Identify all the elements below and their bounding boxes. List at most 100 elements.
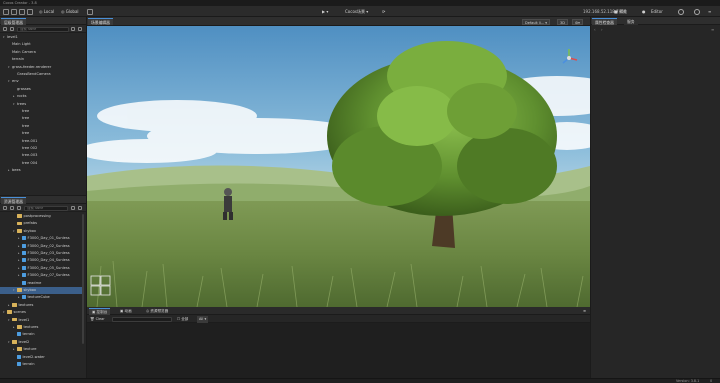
assets-header: 资源管理器 xyxy=(0,196,86,204)
nav-forward-icon[interactable]: › xyxy=(601,27,603,32)
assets-item[interactable]: ▸ F3000_Day_04_Sunless xyxy=(0,257,84,264)
tab-animation[interactable]: ▣ 动画 xyxy=(117,308,135,315)
assets-item[interactable]: terrain xyxy=(0,331,84,338)
hierarchy-item[interactable]: ▾ level1 xyxy=(0,34,84,41)
notification-count[interactable]: 0 xyxy=(710,379,712,383)
scale-tool-icon[interactable] xyxy=(19,8,25,15)
add-asset-icon[interactable] xyxy=(3,206,7,210)
assets-item[interactable]: ▾ skybox xyxy=(0,228,84,235)
hierarchy-item[interactable]: ▸ rocks xyxy=(0,93,84,100)
assets-item-label: terrain xyxy=(22,332,35,337)
refresh-icon[interactable]: ⟳ xyxy=(382,8,385,15)
filter-icon[interactable] xyxy=(17,206,21,210)
tab-asset-preview[interactable]: ◎ 资源预览器 xyxy=(143,308,171,315)
filter-regex-toggle[interactable]: ☐ 全部 xyxy=(177,316,188,323)
hierarchy-search-input[interactable] xyxy=(17,26,69,32)
add-node-icon[interactable] xyxy=(3,27,7,31)
scene-editor-panel: 场景编辑器 Default li... ▾ 3D ⚙▾ xyxy=(87,17,590,307)
hierarchy-item[interactable]: tree 002 xyxy=(0,145,84,152)
console-menu-icon[interactable]: ≡ xyxy=(580,308,589,315)
view-mode-toggle[interactable]: 3D xyxy=(557,18,568,25)
lighting-dropdown[interactable]: Default li... ▾ xyxy=(522,18,551,25)
hierarchy-item[interactable]: GrassBendCamera xyxy=(0,71,84,78)
assets-item[interactable]: ▸ F3000_Day_07_Sunless xyxy=(0,272,84,279)
tab-scene[interactable]: 场景编辑器 xyxy=(88,18,113,25)
tab-assets[interactable]: 资源管理器 xyxy=(1,197,26,204)
assets-item[interactable]: ▸ F3000_Day_03_Sunless xyxy=(0,250,84,257)
assets-item[interactable]: ▸ textures xyxy=(0,324,84,331)
move-tool-icon[interactable] xyxy=(3,8,9,15)
nav-back-icon[interactable]: ‹ xyxy=(594,27,596,32)
assets-item[interactable]: readme xyxy=(0,280,84,287)
collapse-icon[interactable] xyxy=(78,206,82,210)
assets-item[interactable]: ▸ textureCube xyxy=(0,294,84,301)
assets-item[interactable]: ▸ F3000_Day_02_Sunless xyxy=(0,243,84,250)
global-toggle-button[interactable]: ◎ Global xyxy=(61,8,79,15)
help-icon[interactable] xyxy=(694,8,700,15)
tab-console[interactable]: ▣ 控制台 xyxy=(89,308,111,315)
user-avatar-icon[interactable]: ● xyxy=(642,8,646,15)
hierarchy-item-label: tree-001 xyxy=(22,138,38,143)
refresh-icon[interactable] xyxy=(71,206,75,210)
hierarchy-item[interactable]: ▾ grass-feeder-renderer xyxy=(0,64,84,71)
hierarchy-item[interactable]: tree-003 xyxy=(0,152,84,159)
filter-icon[interactable] xyxy=(10,27,14,31)
hierarchy-item[interactable]: tree xyxy=(0,108,84,115)
hierarchy-item[interactable]: tree-001 xyxy=(0,138,84,145)
assets-item[interactable]: ▾ scenes xyxy=(0,309,84,316)
hierarchy-item[interactable]: grasses xyxy=(0,86,84,93)
hierarchy-item-label: Main Camera xyxy=(12,49,36,54)
play-button[interactable]: ▶ ▾ xyxy=(322,8,328,15)
device-select[interactable]: Cocos场景 ▾ xyxy=(345,8,368,15)
hierarchy-item[interactable]: tree xyxy=(0,130,84,137)
assets-item[interactable]: ▸ texture xyxy=(0,346,84,353)
assets-item[interactable]: ▸ F3000_Day_01_Sunless xyxy=(0,235,84,242)
sort-icon[interactable] xyxy=(10,206,14,210)
assets-item[interactable]: ▸ F3000_Day_05_Sunless xyxy=(0,265,84,272)
hierarchy-item[interactable]: ▾ trees xyxy=(0,101,84,108)
hierarchy-item[interactable]: Main Camera xyxy=(0,49,84,56)
assets-item[interactable]: level2-water xyxy=(0,354,84,361)
assets-item[interactable]: prefabs xyxy=(0,220,84,227)
assets-item-label: level2-water xyxy=(22,354,45,359)
status-bar: Version: 3.8.1 0 xyxy=(0,378,720,383)
assets-item-label: prefabs xyxy=(23,221,38,226)
assets-item[interactable]: ▸ textures xyxy=(0,302,84,309)
hierarchy-item[interactable]: Main Light xyxy=(0,41,84,48)
assets-item[interactable]: ▾ skybox xyxy=(0,287,84,294)
assets-search-input[interactable] xyxy=(24,205,68,211)
asset-icon xyxy=(22,273,26,278)
log-level-select[interactable]: All ▾ xyxy=(197,316,209,323)
console-search-input[interactable] xyxy=(112,316,172,322)
hierarchy-item[interactable]: terrain xyxy=(0,56,84,63)
menu-icon[interactable]: ≡ xyxy=(708,8,711,15)
scene-settings-gear-icon[interactable]: ⚙▾ xyxy=(572,18,583,25)
hierarchy-item[interactable]: ▾ env xyxy=(0,78,84,85)
refresh-icon[interactable] xyxy=(71,27,75,31)
scene-viewport[interactable] xyxy=(87,26,590,307)
settings-gear-icon[interactable] xyxy=(678,8,684,15)
assets-scrollbar[interactable] xyxy=(82,214,84,344)
hierarchy-item[interactable]: tree 004 xyxy=(0,160,84,167)
preview-button[interactable]: ■ 预览 xyxy=(614,8,627,15)
tab-service[interactable]: 服务 xyxy=(624,18,638,25)
hierarchy-item[interactable]: tree xyxy=(0,123,84,130)
assets-item[interactable]: ▾ level2 xyxy=(0,339,84,346)
rect-tool-icon[interactable] xyxy=(27,8,33,15)
folder-icon xyxy=(17,229,22,233)
inspector-menu-icon[interactable]: ≡ xyxy=(711,27,714,32)
assets-item[interactable]: postprocessing xyxy=(0,213,84,220)
clear-button[interactable]: 🗑 Clear xyxy=(90,316,105,323)
assets-item[interactable]: terrain xyxy=(0,361,84,368)
hierarchy-panel: 层级管理器 ▾level1Main Light Main Camera terrai… xyxy=(0,17,87,195)
hierarchy-item[interactable]: ▸ bees xyxy=(0,167,84,174)
tab-inspector[interactable]: 属性检查器 xyxy=(592,18,617,25)
hierarchy-item[interactable]: tree xyxy=(0,115,84,122)
collapse-icon[interactable] xyxy=(78,27,82,31)
editor-button[interactable]: Editor xyxy=(651,8,663,15)
assets-item[interactable]: ▾ level1 xyxy=(0,317,84,324)
snap-icon[interactable] xyxy=(87,8,93,15)
rotate-tool-icon[interactable] xyxy=(11,8,17,15)
local-toggle-button[interactable]: ◎ Local xyxy=(39,8,54,15)
tab-hierarchy[interactable]: 层级管理器 xyxy=(1,18,26,25)
